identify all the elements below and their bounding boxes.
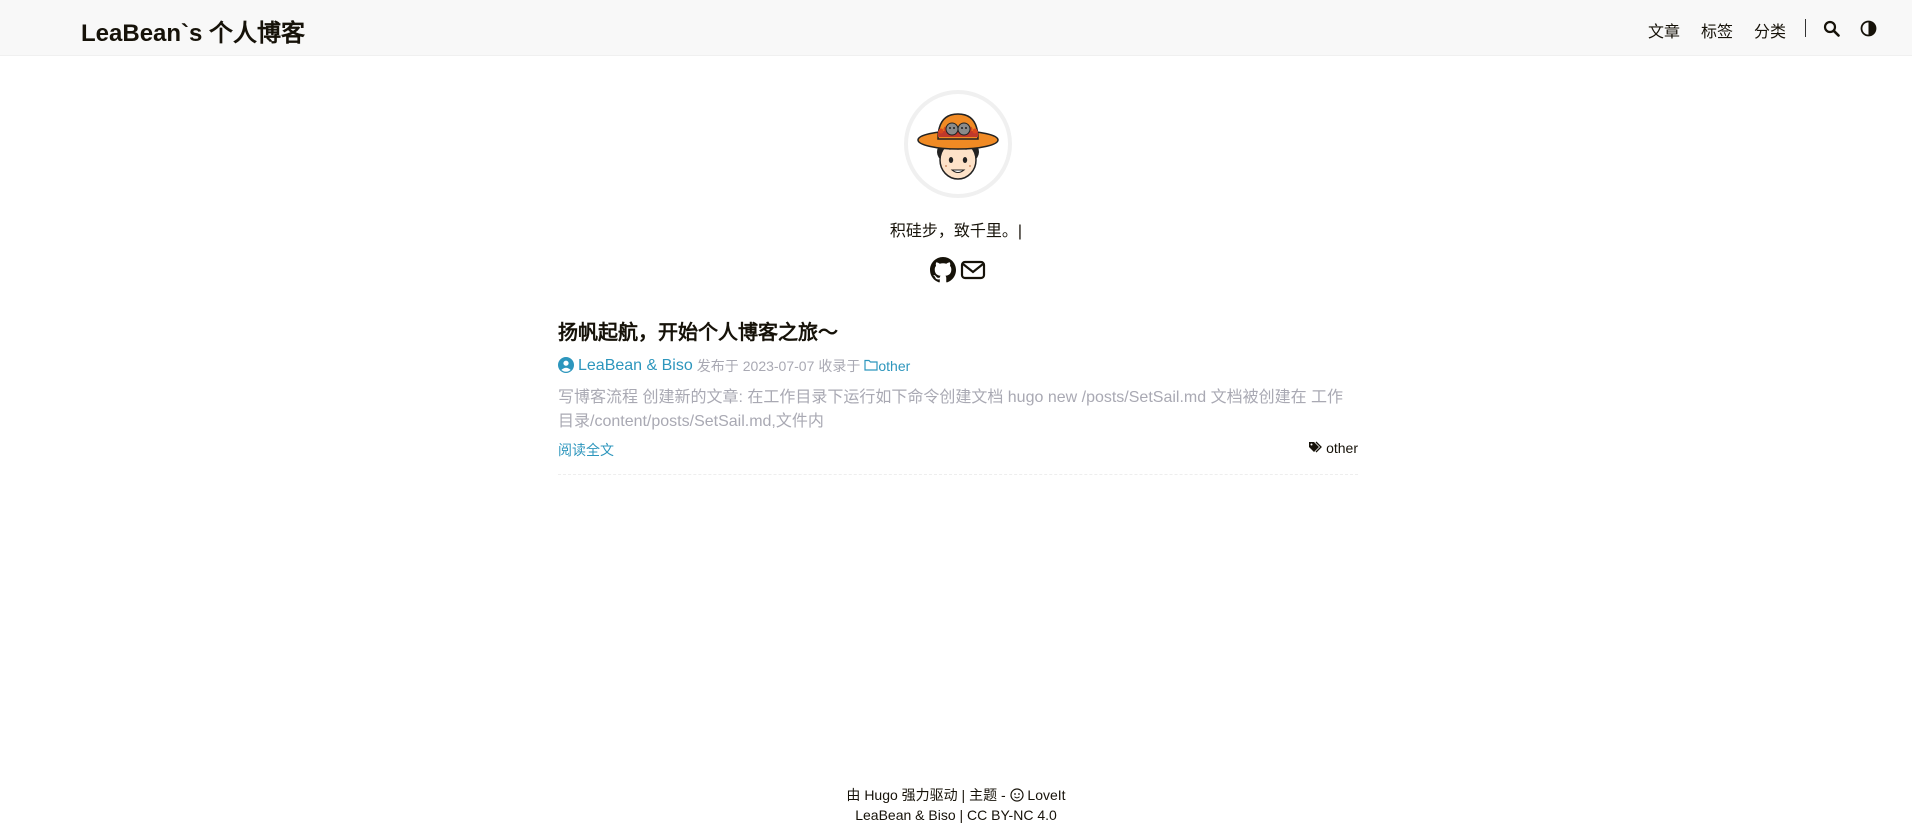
post-date: 2023-07-07 (742, 358, 815, 374)
site-title[interactable]: LeaBean`s 个人博客 (81, 13, 305, 48)
tags-icon (1308, 440, 1322, 456)
post-summary-card: 扬帆起航，开始个人博客之旅～ LeaBean & Biso 发布于 2023-0… (558, 316, 1358, 475)
avatar-image (908, 94, 1008, 194)
post-category-link[interactable]: other (864, 358, 910, 374)
user-circle-icon (558, 356, 574, 376)
published-label: 发布于 (696, 358, 739, 374)
tag-link-other[interactable]: other (1326, 440, 1358, 456)
footer-powered-suffix: 强力驱动 | 主题 - (901, 787, 1006, 803)
menu-item-categories[interactable]: 分类 (1754, 18, 1786, 42)
post-title[interactable]: 扬帆起航，开始个人博客之旅～ (558, 316, 1358, 345)
search-icon[interactable] (1823, 20, 1840, 37)
site-header: LeaBean`s 个人博客 文章 标签 分类 (0, 0, 1912, 56)
menu-item-posts[interactable]: 文章 (1648, 18, 1680, 42)
loveit-icon (1009, 787, 1024, 807)
footer-copyright: LeaBean & Biso | CC BY-NC 4.0 (855, 807, 1057, 823)
footer-powered-prefix: 由 (846, 787, 861, 803)
post-category-label: other (878, 358, 911, 374)
post-meta: LeaBean & Biso 发布于 2023-07-07 收录于 other (558, 356, 910, 376)
post-excerpt: 写博客流程 创建新的文章: 在工作目录下运行如下命令创建文档 hugo new … (558, 389, 1344, 430)
post-tags: other (1308, 440, 1358, 456)
post-author-link[interactable]: LeaBean & Biso (578, 357, 693, 375)
post-divider (558, 474, 1358, 475)
profile-subtitle: 积硅步，致千里。| (889, 223, 1023, 240)
footer-powered-line: 由 Hugo 强力驱动 | 主题 - LoveIt (0, 785, 1912, 807)
menu-item-tags[interactable]: 标签 (1701, 18, 1733, 42)
read-more-link[interactable]: 阅读全文 (558, 440, 614, 460)
site-footer: 由 Hugo 强力驱动 | 主题 - LoveIt LeaBean & Biso… (0, 785, 1912, 823)
theme-switch-icon[interactable] (1860, 20, 1877, 37)
theme-link[interactable]: LoveIt (1027, 787, 1065, 803)
email-icon[interactable] (960, 257, 986, 283)
folder-icon (864, 358, 878, 374)
github-icon[interactable] (930, 257, 956, 283)
collected-label: 收录于 (818, 358, 861, 374)
menu-divider (1805, 19, 1806, 37)
hugo-link[interactable]: Hugo (864, 787, 897, 803)
avatar[interactable] (904, 90, 1012, 198)
